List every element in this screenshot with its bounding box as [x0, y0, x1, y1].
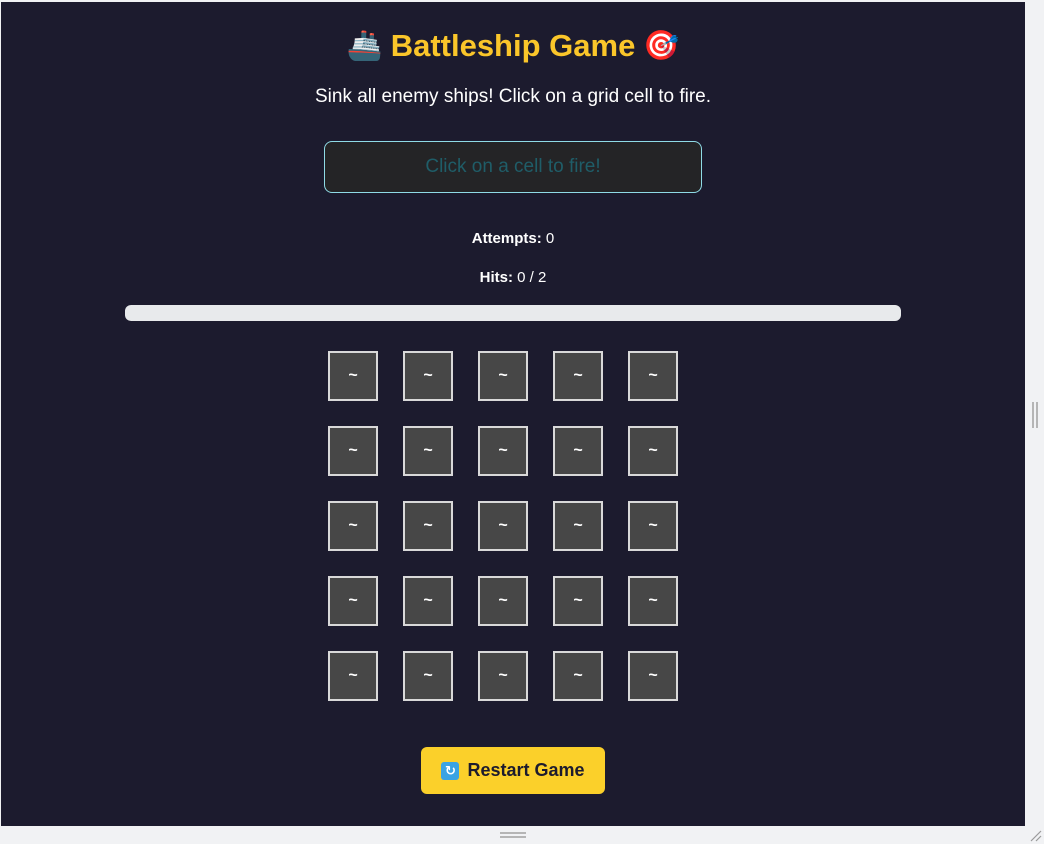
- grid-cell[interactable]: ~: [478, 426, 528, 476]
- grid-cell[interactable]: ~: [628, 651, 678, 701]
- grid-cell[interactable]: ~: [328, 351, 378, 401]
- horizontal-resize-handle[interactable]: [500, 832, 526, 838]
- hits-progress-bar: [125, 305, 901, 321]
- attempts-stat: Attempts: 0: [1, 229, 1025, 249]
- grid-cell[interactable]: ~: [553, 501, 603, 551]
- restart-button-label: Restart Game: [467, 760, 585, 780]
- hits-label: Hits:: [479, 269, 513, 286]
- grid-cell[interactable]: ~: [628, 351, 678, 401]
- resize-corner-icon[interactable]: [1028, 828, 1042, 842]
- game-page: 🚢 Battleship Game 🎯 Sink all enemy ships! …: [1, 2, 1025, 826]
- ship-icon: 🚢: [346, 29, 383, 62]
- attempts-value: 0: [545, 230, 555, 247]
- grid-cell[interactable]: ~: [553, 576, 603, 626]
- subtitle: Sink all enemy ships! Click on a grid ce…: [315, 86, 711, 107]
- grid-cell[interactable]: ~: [553, 351, 603, 401]
- game-grid: ~ ~ ~ ~ ~ ~ ~ ~ ~ ~ ~ ~ ~ ~ ~ ~ ~ ~ ~ ~ ~ ~ ~ ~ ~: [328, 351, 678, 701]
- refresh-icon: ↻: [441, 761, 460, 780]
- page-title: 🚢 Battleship Game 🎯: [1, 24, 1025, 66]
- grid-cell[interactable]: ~: [328, 576, 378, 626]
- grid-cell[interactable]: ~: [403, 576, 453, 626]
- grid-cell[interactable]: ~: [403, 426, 453, 476]
- grid-cell[interactable]: ~: [478, 351, 528, 401]
- grid-cell[interactable]: ~: [628, 501, 678, 551]
- grid-cell[interactable]: ~: [328, 501, 378, 551]
- grid-cell[interactable]: ~: [478, 501, 528, 551]
- grid-cell[interactable]: ~: [478, 651, 528, 701]
- grid-cell[interactable]: ~: [553, 651, 603, 701]
- grid-cell[interactable]: ~: [403, 351, 453, 401]
- restart-game-button[interactable]: ↻ Restart Game: [421, 747, 605, 794]
- grid-cell[interactable]: ~: [328, 426, 378, 476]
- hits-value: 0 / 2: [517, 269, 547, 286]
- grid-cell[interactable]: ~: [328, 651, 378, 701]
- vertical-resize-handle[interactable]: [1032, 402, 1038, 428]
- grid-cell[interactable]: ~: [553, 426, 603, 476]
- attempts-label: Attempts:: [471, 230, 542, 247]
- grid-cell[interactable]: ~: [628, 426, 678, 476]
- hits-stat: Hits: 0 / 2: [1, 268, 1025, 288]
- grid-cell[interactable]: ~: [403, 651, 453, 701]
- status-message: Click on a cell to fire!: [324, 141, 702, 193]
- grid-cell[interactable]: ~: [478, 576, 528, 626]
- title-text: Battleship Game: [390, 27, 636, 63]
- target-icon: 🎯: [643, 29, 680, 62]
- grid-cell[interactable]: ~: [403, 501, 453, 551]
- grid-cell[interactable]: ~: [628, 576, 678, 626]
